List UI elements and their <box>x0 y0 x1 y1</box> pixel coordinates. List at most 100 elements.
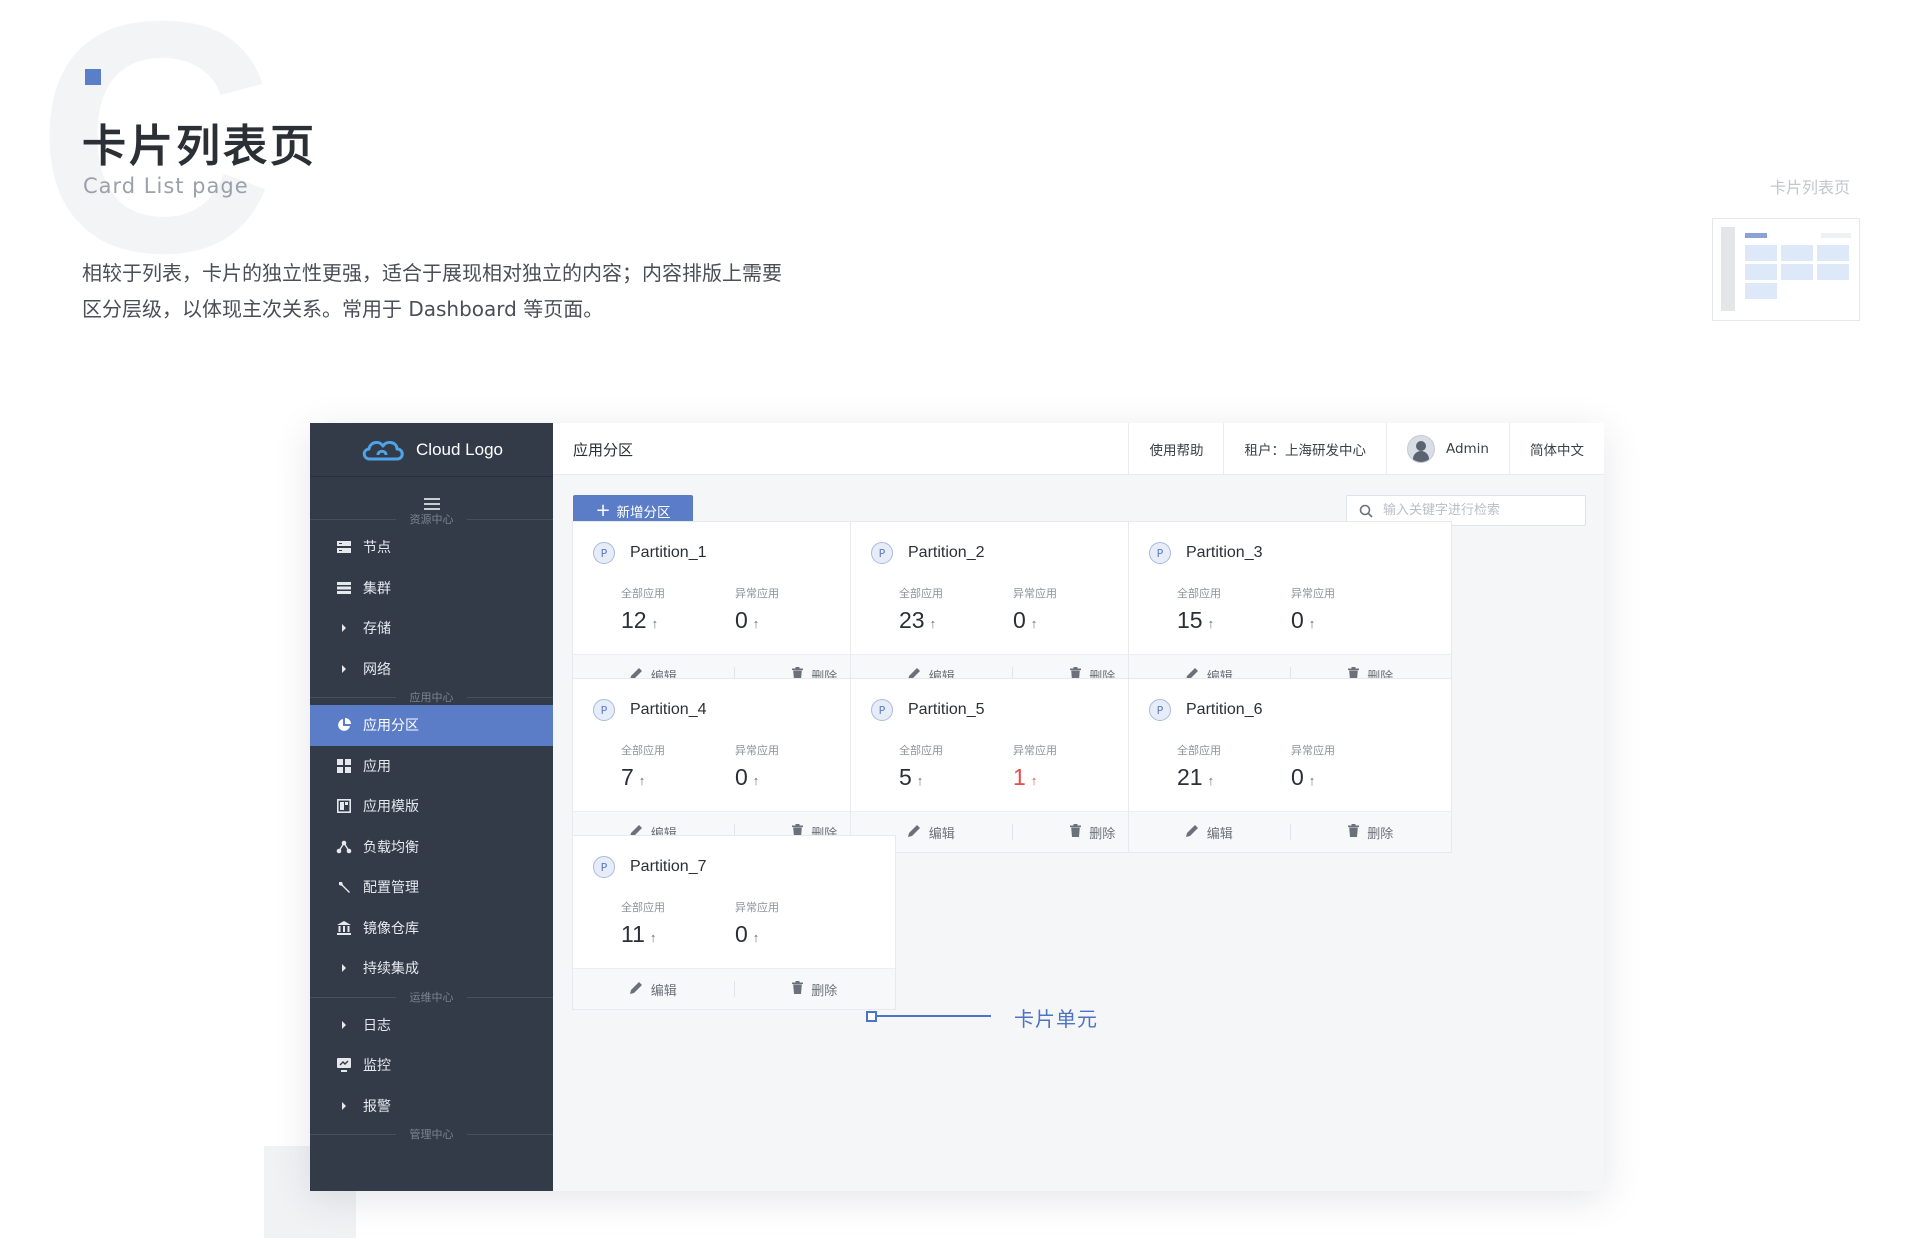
sidebar-item-label: 应用模版 <box>363 799 419 816</box>
delete-label: 删除 <box>1089 826 1116 842</box>
card-header: P Partition_4 <box>593 699 707 721</box>
help-link[interactable]: 使用帮助 <box>1128 423 1223 474</box>
stat-total-value: 7 <box>621 764 634 790</box>
arrow-up-icon: ↑ <box>1308 616 1316 631</box>
sidebar-item-label: 集群 <box>363 580 391 597</box>
partition-card[interactable]: P Partition_4 全部应用 7 ↑ 异常应用 0 ↑ 编辑 删除 <box>572 678 896 853</box>
stat-abnormal-label: 异常应用 <box>1013 744 1057 757</box>
sidebar-item-label: 节点 <box>363 540 391 557</box>
arrow-up-icon: ↑ <box>1308 773 1316 788</box>
stat-abnormal: 异常应用 0 ↑ <box>735 742 779 791</box>
sidebar-item-1-5[interactable]: 镜像仓库 <box>310 908 553 949</box>
delete-button[interactable]: 删除 <box>735 980 896 999</box>
stat-total-label: 全部应用 <box>1177 744 1221 757</box>
partition-card[interactable]: P Partition_7 全部应用 11 ↑ 异常应用 0 ↑ 编辑 删除 <box>572 835 896 1010</box>
card-header: P Partition_6 <box>1149 699 1263 721</box>
description-line-2: 区分层级，以体现主次关系。常用于 Dashboard 等页面。 <box>82 297 604 321</box>
caret-right-icon <box>335 964 353 973</box>
sidebar-item-0-2[interactable]: 存储 <box>310 608 553 649</box>
sidebar-item-label: 监控 <box>363 1058 391 1075</box>
description-line-1: 相较于列表，卡片的独立性更强，适合于展现相对独立的内容；内容排版上需要 <box>82 261 782 285</box>
grid-icon <box>335 758 353 773</box>
stat-total: 全部应用 12 ↑ <box>621 585 665 634</box>
stat-total-value: 11 <box>621 921 645 947</box>
sidebar-item-label: 应用 <box>363 758 391 775</box>
stat-total-label: 全部应用 <box>899 587 943 600</box>
sidebar-item-label: 负载均衡 <box>363 839 419 856</box>
sidebar-item-0-3[interactable]: 网络 <box>310 649 553 690</box>
stat-abnormal-value: 0 <box>1291 607 1304 633</box>
partition-badge: P <box>593 699 615 721</box>
partition-card[interactable]: P Partition_1 全部应用 12 ↑ 异常应用 0 ↑ 编辑 删除 <box>572 521 896 696</box>
trash-icon <box>1070 823 1082 841</box>
logo-text: Cloud Logo <box>416 439 503 459</box>
caret-right-icon <box>335 1020 353 1029</box>
edit-label: 编辑 <box>1206 826 1233 842</box>
sidebar-item-1-3[interactable]: 负载均衡 <box>310 827 553 868</box>
sidebar-item-1-0[interactable]: 应用分区 <box>310 705 553 746</box>
card-title: Partition_1 <box>630 544 707 561</box>
partition-card[interactable]: P Partition_2 全部应用 23 ↑ 异常应用 0 ↑ 编辑 删除 <box>850 521 1174 696</box>
stat-abnormal-value: 0 <box>1291 764 1304 790</box>
search-icon <box>1359 504 1373 518</box>
partition-badge: P <box>871 699 893 721</box>
edit-button[interactable]: 编辑 <box>1129 823 1290 842</box>
sidebar-item-label: 配置管理 <box>363 880 419 897</box>
page-description: 相较于列表，卡片的独立性更强，适合于展现相对独立的内容；内容排版上需要 区分层级… <box>82 255 862 327</box>
partition-card[interactable]: P Partition_5 全部应用 5 ↑ 异常应用 1 ↑ 编辑 删除 <box>850 678 1174 853</box>
stat-total: 全部应用 5 ↑ <box>899 742 943 791</box>
arrow-up-icon: ↑ <box>752 616 760 631</box>
tenant-selector[interactable]: 租户：上海研发中心 <box>1223 423 1386 474</box>
sidebar-item-0-1[interactable]: 集群 <box>310 568 553 609</box>
user-menu[interactable]: Admin <box>1385 423 1509 474</box>
delete-button[interactable]: 删除 <box>1291 823 1452 842</box>
card-header: P Partition_2 <box>871 542 985 564</box>
sidebar-item-0-0[interactable]: 节点 <box>310 527 553 568</box>
edit-label: 编辑 <box>650 983 677 999</box>
edit-button[interactable]: 编辑 <box>573 980 734 999</box>
card-title: Partition_5 <box>908 701 985 718</box>
stat-total: 全部应用 21 ↑ <box>1177 742 1221 791</box>
edit-label: 编辑 <box>928 826 955 842</box>
stat-abnormal: 异常应用 0 ↑ <box>1291 742 1335 791</box>
trash-icon <box>1348 823 1360 841</box>
card-header: P Partition_5 <box>871 699 985 721</box>
arrow-up-icon: ↑ <box>929 616 937 631</box>
stat-total-value: 5 <box>899 764 912 790</box>
sidebar-item-label: 网络 <box>363 661 391 678</box>
arrow-up-icon: ↑ <box>1030 773 1038 788</box>
sidebar-item-1-1[interactable]: 应用 <box>310 746 553 787</box>
card-header: P Partition_1 <box>593 542 707 564</box>
stat-total: 全部应用 23 ↑ <box>899 585 943 634</box>
sidebar-item-1-6[interactable]: 持续集成 <box>310 948 553 989</box>
sidebar-item-label: 报警 <box>363 1098 391 1115</box>
partition-card[interactable]: P Partition_6 全部应用 21 ↑ 异常应用 0 ↑ 编辑 删除 <box>1128 678 1452 853</box>
sidebar-section-label: 运维中心 <box>310 989 553 1005</box>
stat-total-label: 全部应用 <box>899 744 943 757</box>
menu-toggle[interactable] <box>310 477 553 513</box>
monitor-icon <box>335 1058 353 1073</box>
accent-square <box>85 69 101 85</box>
partition-badge: P <box>593 856 615 878</box>
language-switch[interactable]: 简体中文 <box>1509 423 1604 474</box>
stat-abnormal: 异常应用 0 ↑ <box>735 585 779 634</box>
card-actions: 编辑 删除 <box>573 968 895 1009</box>
stat-total-value: 21 <box>1177 764 1203 790</box>
logo[interactable]: Cloud Logo <box>310 423 553 477</box>
sidebar-item-2-0[interactable]: 日志 <box>310 1005 553 1046</box>
template-icon <box>335 799 353 814</box>
sidebar-section-label: 管理中心 <box>310 1126 553 1142</box>
arrow-up-icon: ↑ <box>1030 616 1038 631</box>
card-title: Partition_4 <box>630 701 707 718</box>
stat-total-label: 全部应用 <box>621 901 665 914</box>
arrow-up-icon: ↑ <box>651 616 659 631</box>
sidebar-item-label: 存储 <box>363 621 391 638</box>
search-input[interactable] <box>1381 502 1565 519</box>
arrow-up-icon: ↑ <box>752 930 760 945</box>
sidebar-item-2-2[interactable]: 报警 <box>310 1086 553 1127</box>
sidebar-item-label: 镜像仓库 <box>363 920 419 937</box>
sidebar-item-2-1[interactable]: 监控 <box>310 1045 553 1086</box>
partition-card[interactable]: P Partition_3 全部应用 15 ↑ 异常应用 0 ↑ 编辑 删除 <box>1128 521 1452 696</box>
sidebar-item-1-4[interactable]: 配置管理 <box>310 867 553 908</box>
sidebar-item-1-2[interactable]: 应用模版 <box>310 786 553 827</box>
